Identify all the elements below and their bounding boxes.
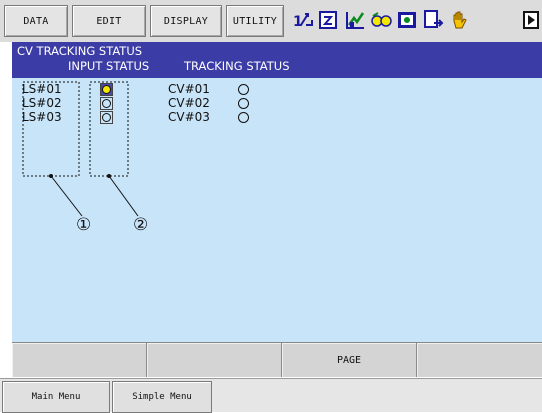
glasses-icon[interactable] [370, 9, 392, 31]
hand-icon[interactable] [448, 9, 470, 31]
ls-label: LS#01 [22, 82, 62, 96]
menu-utility-button[interactable]: UTILITY [226, 5, 284, 37]
top-menu-bar: DATA EDIT DISPLAY UTILITY 1 [0, 0, 542, 42]
function-key-1[interactable] [12, 343, 147, 377]
chart-icon[interactable] [344, 9, 366, 31]
tracking-status-indicator [238, 98, 249, 109]
page-button[interactable]: PAGE [282, 343, 417, 377]
callout-number-1: ① [76, 215, 92, 235]
menu-edit-button[interactable]: EDIT [72, 5, 146, 37]
function-key-2[interactable] [147, 343, 282, 377]
page-title: CV TRACKING STATUS [17, 44, 143, 58]
tracking-status-header: TRACKING STATUS [184, 59, 290, 73]
status-content-panel: LS#01 LS#02 LS#03 CV#01 CV#02 CV#03 [12, 78, 542, 342]
tracking-status-indicator [238, 84, 249, 95]
edit-sheet-icon[interactable] [318, 9, 340, 31]
tracking-status-indicator [238, 112, 249, 123]
axis-swap-icon[interactable]: 1 [292, 9, 314, 31]
menu-display-button[interactable]: DISPLAY [150, 5, 222, 37]
simple-menu-button[interactable]: Simple Menu [112, 381, 212, 413]
input-status-lamp [100, 97, 113, 110]
input-status-lamp-on [100, 83, 113, 96]
menu-data-button[interactable]: DATA [4, 5, 68, 37]
cv-label: CV#01 [168, 82, 210, 96]
callout-number-2: ② [133, 215, 149, 235]
input-status-header: INPUT STATUS [68, 59, 150, 73]
function-key-4[interactable] [417, 343, 542, 377]
screen-title-bar: CV TRACKING STATUS INPUT STATUS TRACKING… [12, 42, 542, 78]
svg-text:1: 1 [293, 14, 303, 30]
document-arrow-icon[interactable] [422, 9, 444, 31]
main-menu-button[interactable]: Main Menu [2, 381, 110, 413]
ls-label: LS#02 [22, 96, 62, 110]
cv-label: CV#02 [168, 96, 210, 110]
cv-label: CV#03 [168, 110, 210, 124]
input-status-lamp [100, 111, 113, 124]
ls-label: LS#03 [22, 110, 62, 124]
bottom-bar: Main Menu Simple Menu [0, 378, 542, 413]
function-key-bar: PAGE [12, 342, 542, 377]
play-icon[interactable] [522, 9, 542, 31]
image-icon[interactable] [396, 9, 418, 31]
